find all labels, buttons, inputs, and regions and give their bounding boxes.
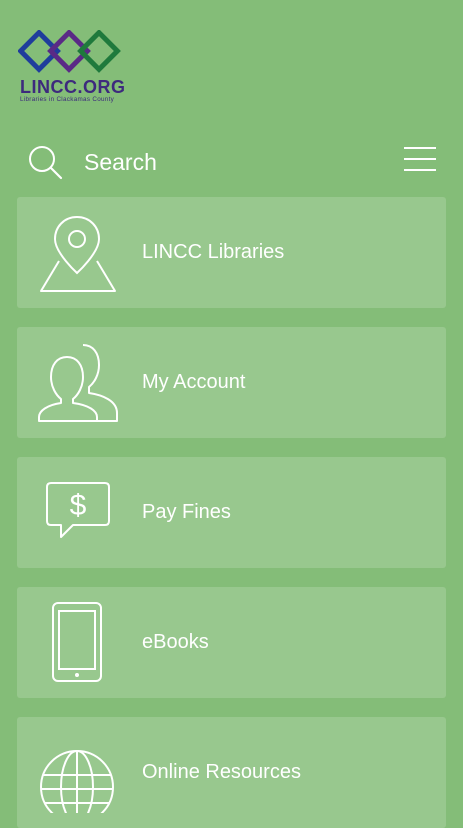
chain-links-logo-icon: [17, 29, 121, 73]
users-icon: [38, 344, 118, 422]
tile-label: My Account: [142, 371, 246, 393]
tile-ebooks[interactable]: eBooks: [17, 587, 446, 698]
tile-label: LINCC Libraries: [142, 241, 285, 263]
tile-label: eBooks: [142, 631, 209, 653]
tile-online-resources[interactable]: Online Resources: [17, 717, 446, 828]
hamburger-menu-icon[interactable]: [404, 147, 436, 175]
search-bar[interactable]: Search: [0, 140, 463, 188]
tile-label: Pay Fines: [142, 501, 231, 523]
tile-lincc-libraries[interactable]: LINCC Libraries: [17, 197, 446, 308]
globe-icon: [40, 750, 114, 813]
logo-subtitle: Libraries in Clackamas County: [20, 96, 115, 103]
svg-text:$: $: [70, 489, 87, 522]
dollar-chat-icon: $: [46, 482, 110, 538]
search-icon[interactable]: [27, 144, 63, 180]
map-pin-icon: [40, 215, 116, 292]
lincc-logo[interactable]: LINCC.ORG Libraries in Clackamas County: [17, 29, 133, 105]
tile-my-account[interactable]: My Account: [17, 327, 446, 438]
tile-label: Online Resources: [142, 761, 301, 783]
phone-icon: [52, 602, 102, 682]
logo-title: LINCC.ORG: [20, 77, 126, 97]
tile-pay-fines[interactable]: $ Pay Fines: [17, 457, 446, 568]
search-label[interactable]: Search: [84, 149, 157, 176]
